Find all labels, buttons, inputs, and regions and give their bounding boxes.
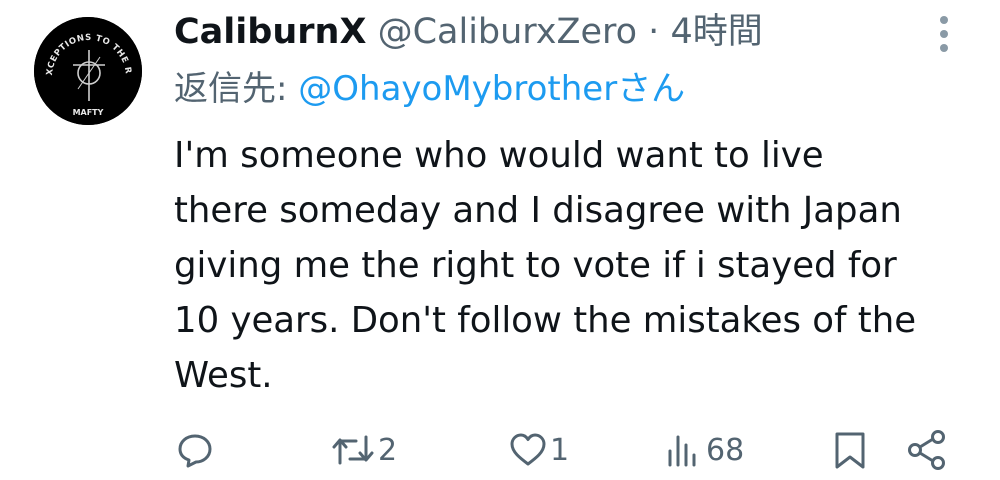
tweet-text-line: 10 years. Don't follow the mistakes of t… xyxy=(174,300,917,341)
retweet-count: 2 xyxy=(378,432,398,468)
retweet-icon xyxy=(332,435,374,465)
avatar[interactable]: NO EXCEPTIONS TO THE RULES MAFTY xyxy=(34,17,142,125)
views-icon xyxy=(668,435,696,467)
tweet-text-line: there someday and I disagree with Japan xyxy=(174,190,902,231)
display-name[interactable]: CaliburnX xyxy=(174,12,366,52)
reply-button[interactable] xyxy=(176,428,214,472)
more-options-button[interactable] xyxy=(930,12,958,56)
timestamp[interactable]: 4時間 xyxy=(670,12,762,52)
views-count: 68 xyxy=(706,432,745,468)
reply-icon xyxy=(178,434,212,468)
tweet-text: I'm someone who would want to live there… xyxy=(174,128,974,403)
tweet-text-line: giving me the right to vote if i stayed … xyxy=(174,245,897,286)
reply-prefix: 返信先: xyxy=(174,69,299,109)
tweet-text-line: I'm someone who would want to live xyxy=(174,135,824,176)
avatar-image: NO EXCEPTIONS TO THE RULES MAFTY xyxy=(34,17,142,125)
share-icon xyxy=(908,430,945,470)
share-button[interactable] xyxy=(906,428,948,472)
bookmark-button[interactable] xyxy=(832,428,868,472)
views-button[interactable]: 68 xyxy=(664,428,744,472)
retweet-button[interactable]: 2 xyxy=(330,428,397,472)
like-count: 1 xyxy=(550,432,570,468)
bookmark-icon xyxy=(835,432,865,469)
reply-mention-link[interactable]: @OhayoMybrotherさん xyxy=(298,69,685,109)
action-bar: 2 1 68 xyxy=(0,420,1000,480)
avatar-bottom-text: MAFTY xyxy=(73,108,104,117)
reply-to-line: 返信先: @OhayoMybrotherさん xyxy=(174,66,685,112)
separator-dot: · xyxy=(648,12,660,52)
like-button[interactable]: 1 xyxy=(508,428,569,472)
tweet-header: CaliburnX @CaliburxZero · 4時間 xyxy=(174,9,763,55)
heart-icon xyxy=(510,433,546,466)
user-handle[interactable]: @CaliburxZero xyxy=(378,12,637,52)
tweet-text-line: West. xyxy=(174,355,273,396)
